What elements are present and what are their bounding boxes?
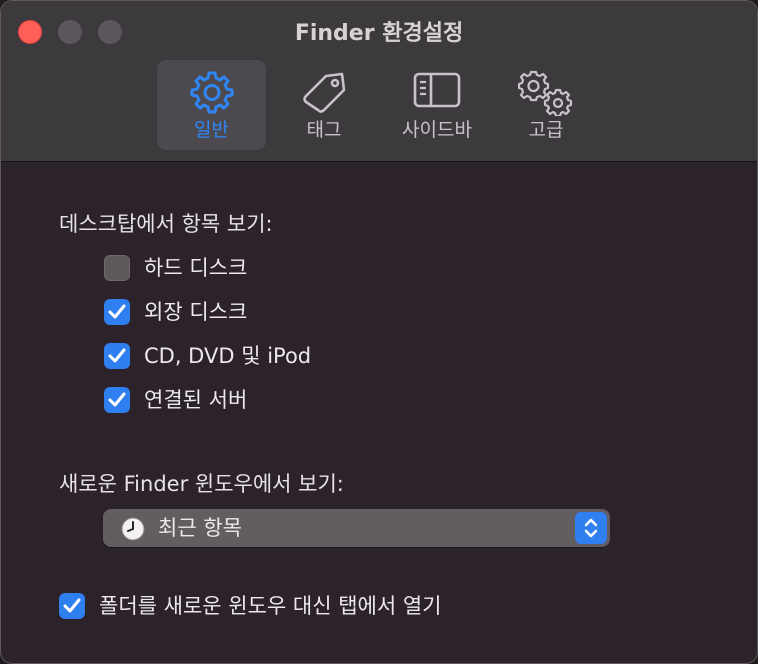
window-title: Finder 환경설정 [294, 21, 464, 46]
tab-label: 고급 [528, 119, 564, 141]
tab-general[interactable]: 일반 [157, 60, 266, 150]
checkmark-icon [108, 304, 126, 319]
tab-sidebar[interactable]: 사이드바 [391, 60, 483, 150]
sidebar-icon [413, 72, 461, 108]
cd-dvd-ipod-checkbox[interactable] [104, 343, 130, 369]
tab-label: 일반 [194, 119, 229, 141]
tab-tags[interactable]: 태그 [283, 60, 365, 150]
checkbox-label: 외장 디스크 [144, 300, 248, 324]
external-disks-checkbox[interactable] [104, 299, 130, 325]
new-window-target-popup[interactable]: 최근 항목 [103, 509, 610, 547]
gears-icon [518, 70, 573, 116]
finder-preferences-window: Finder 환경설정 일반 태그 사이드바 고급 데스크탑에서 항목 보기: … [0, 0, 758, 664]
tag-icon [303, 72, 346, 113]
tab-label: 태그 [306, 119, 342, 141]
tab-label: 사이드바 [402, 119, 472, 141]
chevron-up-down-icon [584, 518, 598, 538]
popup-selected-value: 최근 항목 [158, 516, 242, 540]
checkbox-label: CD, DVD 및 iPod [144, 344, 312, 368]
open-folders-in-tabs-checkbox[interactable] [59, 593, 85, 619]
connected-servers-checkbox[interactable] [104, 387, 130, 413]
new-window-heading: 새로운 Finder 윈도우에서 보기: [59, 472, 344, 496]
general-pane: 데스크탑에서 항목 보기: 하드 디스크 외장 디스크 CD, DVD 및 iP… [1, 162, 757, 663]
toolbar: Finder 환경설정 일반 태그 사이드바 고급 [1, 1, 757, 162]
tab-advanced[interactable]: 고급 [508, 60, 584, 150]
checkbox-label: 연결된 서버 [144, 388, 248, 412]
clock-icon [121, 517, 145, 541]
checkmark-icon [63, 598, 81, 613]
checkbox-label: 하드 디스크 [144, 256, 248, 280]
desktop-items-heading: 데스크탑에서 항목 보기: [59, 212, 273, 236]
checkmark-icon [108, 348, 126, 363]
checkbox-label: 폴더를 새로운 윈도우 대신 탭에서 열기 [99, 594, 442, 618]
popup-stepper[interactable] [575, 512, 607, 544]
hard-disks-checkbox[interactable] [104, 255, 130, 281]
gear-icon [190, 71, 233, 114]
checkmark-icon [108, 392, 126, 407]
